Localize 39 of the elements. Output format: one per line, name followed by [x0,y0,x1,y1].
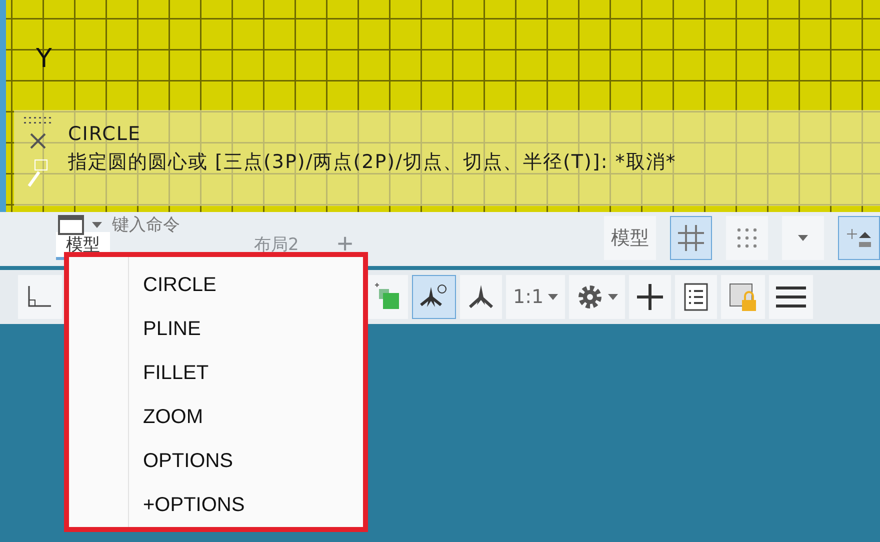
status-tool-button[interactable] [366,275,408,319]
command-history-line: CIRCLE [68,122,142,147]
tripod-icon [467,283,495,311]
menu-item[interactable]: CIRCLE [129,263,359,307]
caret-icon [548,294,558,300]
status-tool-button[interactable] [412,275,456,319]
menu-item[interactable]: OPTIONS [129,439,359,483]
menu-button[interactable] [768,275,813,319]
lock-button[interactable] [720,275,765,319]
menu-item[interactable]: PLINE [129,307,359,351]
toggle-button[interactable] [726,216,768,260]
model-button[interactable]: 模型 [604,216,656,260]
plus-scale-icon [845,226,873,250]
lock-icon [728,282,758,312]
grid-icon [678,225,704,251]
axis-label: Y [36,44,52,74]
caret-icon [608,294,618,300]
menu-item[interactable]: FILLET [129,351,359,395]
caret-icon [92,222,102,228]
plus-icon [636,284,663,310]
status-tool-button[interactable] [18,275,62,319]
status-tool-button[interactable] [460,275,502,319]
scale-button[interactable]: 1:1 [506,275,565,319]
gear-icon [576,283,604,311]
command-history-line: 指定圆的圆心或 [三点(3P)/两点(2P)/切点、切点、半径(T)]: *取消* [68,150,678,175]
stacked-squares-icon [373,283,401,311]
annotation-button[interactable] [838,216,880,260]
add-button[interactable] [628,275,671,319]
grip-icon [23,116,53,124]
list-icon [684,283,708,311]
settings-button[interactable] [568,275,625,319]
close-icon[interactable] [29,132,47,150]
properties-button[interactable] [674,275,717,319]
terminal-icon [58,215,84,235]
toggle-button[interactable] [670,216,712,260]
caret-icon [798,235,808,241]
menu-item[interactable]: +OPTIONS [129,483,359,527]
menu-icon [776,285,806,309]
menu-item[interactable]: ZOOM [129,395,359,439]
